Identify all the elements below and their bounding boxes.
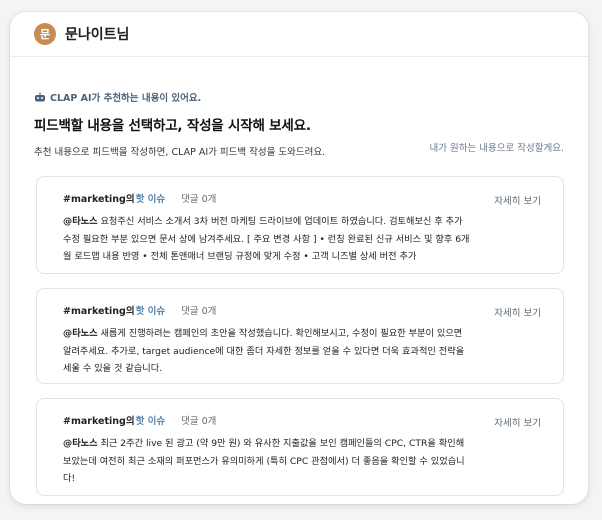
view-more-button[interactable]: 자세히 보기 <box>494 305 541 319</box>
robot-icon <box>35 92 45 102</box>
channel-tag: #marketing의 <box>63 194 135 205</box>
subtext: 추천 내용으로 피드백을 작성하면, CLAP AI가 피드백 작성을 도와드려… <box>34 147 326 158</box>
suggestion-card[interactable]: #marketing의 핫 이슈 댓글 0개 @타노스 요청주신 서비스 소개서… <box>36 176 564 274</box>
channel-tag: #marketing의 <box>63 306 135 317</box>
user-name: 문나이트님 <box>65 27 130 43</box>
comment-count: 댓글 0개 <box>181 306 217 317</box>
mention: @타노스 <box>63 216 98 227</box>
card-body: @타노스 최근 2주간 live 된 광고 (약 9만 원) 와 유사한 지출값… <box>63 435 473 488</box>
intro-section: CLAP AI가 추천하는 내용이 있어요. 피드백할 내용을 선택하고, 작성… <box>34 90 564 158</box>
suggestion-card[interactable]: #marketing의 핫 이슈 댓글 0개 @타노스 새롭게 진행하려는 캠페… <box>36 288 564 384</box>
card-body: @타노스 새롭게 진행하려는 캠페인의 초안을 작성했습니다. 확인해보시고, … <box>63 325 473 378</box>
mention: @타노스 <box>63 328 98 339</box>
channel-tag: #marketing의 <box>63 416 135 427</box>
hot-issue-label: 핫 이슈 <box>135 416 166 427</box>
card-text: 새롭게 진행하려는 캠페인의 초안을 작성했습니다. 확인해보시고, 수정이 필… <box>63 328 465 374</box>
suggestion-card[interactable]: #marketing의 핫 이슈 댓글 0개 @타노스 최근 2주간 live … <box>36 398 564 496</box>
card-text: 최근 2주간 live 된 광고 (약 9만 원) 와 유사한 지출값을 보인 … <box>63 438 465 484</box>
view-more-button[interactable]: 자세히 보기 <box>494 415 541 429</box>
feedback-panel: 문 문나이트님 CLAP AI가 추천하는 내용이 있어요. 피드백할 내용을 … <box>10 12 588 504</box>
card-meta: #marketing의 핫 이슈 댓글 0개 <box>63 191 473 205</box>
card-body: @타노스 요청주신 서비스 소개서 3차 버전 마케팅 드라이브에 업데이트 하… <box>63 213 473 266</box>
card-meta: #marketing의 핫 이슈 댓글 0개 <box>63 413 473 427</box>
mention: @타노스 <box>63 438 98 449</box>
comment-count: 댓글 0개 <box>181 194 217 205</box>
card-text: 요청주신 서비스 소개서 3차 버전 마케팅 드라이브에 업데이트 하였습니다.… <box>63 216 470 262</box>
ai-notice-text: CLAP AI가 추천하는 내용이 있어요. <box>50 93 202 104</box>
panel-header: 문 문나이트님 <box>10 12 588 57</box>
hot-issue-label: 핫 이슈 <box>135 194 166 205</box>
avatar: 문 <box>34 23 56 45</box>
view-more-button[interactable]: 자세히 보기 <box>494 193 541 207</box>
hot-issue-label: 핫 이슈 <box>135 306 166 317</box>
ai-notice: CLAP AI가 추천하는 내용이 있어요. <box>34 90 564 104</box>
self-write-link[interactable]: 내가 원하는 내용으로 작성할게요. <box>430 140 564 154</box>
card-meta: #marketing의 핫 이슈 댓글 0개 <box>63 303 473 317</box>
comment-count: 댓글 0개 <box>181 416 217 427</box>
headline: 피드백할 내용을 선택하고, 작성을 시작해 보세요. <box>34 118 311 134</box>
